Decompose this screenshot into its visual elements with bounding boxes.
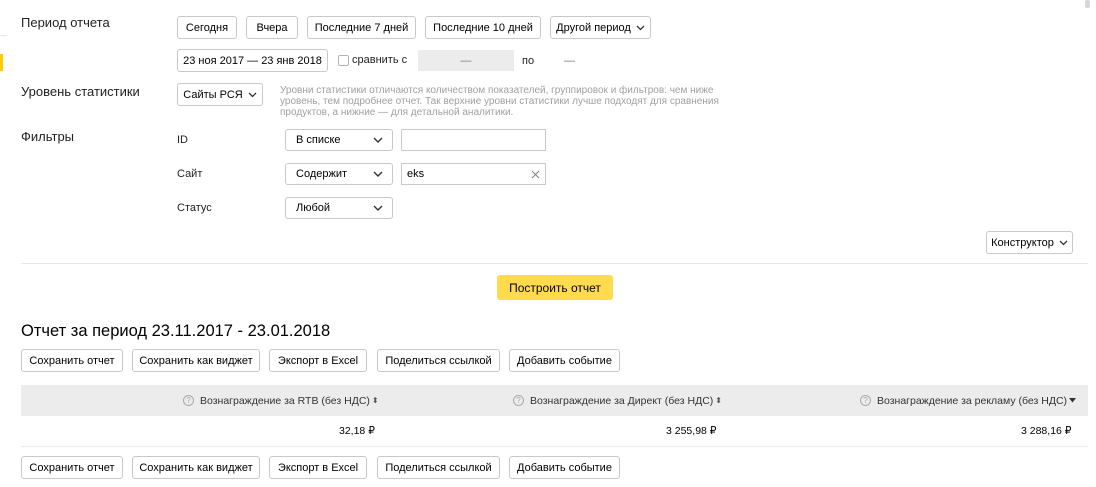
chevron-down-icon — [1059, 240, 1068, 246]
left-active-marker — [0, 54, 3, 71]
cell-ads-value: 3 288,16 ₽ — [1021, 425, 1072, 437]
scrollbar-thumb[interactable] — [1085, 0, 1090, 8]
column-header-ads[interactable]: ? Вознаграждение за рекламу (без НДС) — [860, 385, 1077, 416]
period-last7-button[interactable]: Последние 7 дней — [307, 16, 416, 39]
cell-rtb-value: 32,18 ₽ — [339, 425, 375, 437]
report-title: Отчет за период 23.11.2017 - 23.01.2018 — [21, 322, 331, 340]
save-report-button-bottom[interactable]: Сохранить отчет — [21, 456, 123, 479]
date-range-button[interactable]: 23 ноя 2017 — 23 янв 2018 — [177, 49, 328, 72]
period-other-dropdown[interactable]: Другой период — [550, 16, 651, 39]
share-link-button[interactable]: Поделиться ссылкой — [377, 349, 500, 372]
export-excel-button-bottom[interactable]: Экспорт в Excel — [269, 456, 367, 479]
left-divider — [0, 35, 7, 36]
column-header-direct[interactable]: ? Вознаграждение за Директ (без НДС) ⬍ — [513, 385, 722, 416]
share-link-button-bottom[interactable]: Поделиться ссылкой — [377, 456, 500, 479]
level-label: Уровень статистики — [21, 84, 140, 99]
constructor-label: Конструктор — [991, 236, 1054, 249]
level-value: Сайты РСЯ — [183, 88, 243, 101]
period-label: Период отчета — [21, 15, 110, 30]
export-excel-button[interactable]: Экспорт в Excel — [269, 349, 367, 372]
cell-direct-value: 3 255,98 ₽ — [666, 425, 717, 437]
sort-desc-icon — [1069, 398, 1077, 403]
to-value: — — [564, 55, 575, 67]
chevron-down-icon — [636, 25, 645, 31]
sort-icon: ⬍ — [371, 396, 379, 405]
chevron-down-icon — [373, 202, 383, 214]
filter-site-input[interactable]: eks — [401, 163, 546, 185]
build-report-button[interactable]: Построить отчет — [497, 275, 613, 300]
to-label: по — [522, 55, 535, 67]
filter-id-operator-value: В списке — [296, 134, 341, 146]
sort-icon: ⬍ — [715, 396, 722, 405]
filter-site-operator-value: Содержит — [296, 168, 348, 180]
filter-id-label: ID — [177, 134, 188, 146]
filter-status-operator-value: Любой — [296, 202, 331, 214]
chevron-down-icon — [373, 168, 383, 180]
filter-site-input-value: eks — [407, 168, 425, 180]
level-dropdown[interactable]: Сайты РСЯ — [177, 83, 263, 106]
question-icon[interactable]: ? — [183, 395, 194, 406]
filter-status-operator[interactable]: Любой — [285, 197, 393, 219]
column-header-ads-label: Вознаграждение за рекламу (без НДС) — [877, 394, 1068, 407]
period-last10-button[interactable]: Последние 10 дней — [425, 16, 541, 39]
compare-date-placeholder: — — [460, 54, 472, 67]
save-widget-button[interactable]: Сохранить как виджет — [132, 349, 260, 372]
period-yesterday-button[interactable]: Вчера — [246, 16, 298, 39]
compare-label: сравнить с — [352, 54, 408, 66]
compare-date-input[interactable]: — — [418, 50, 514, 71]
save-report-button[interactable]: Сохранить отчет — [21, 349, 123, 372]
section-divider — [21, 263, 1088, 264]
filter-status-label: Статус — [177, 202, 212, 214]
column-header-rtb-label: Вознаграждение за RTB (без НДС) — [200, 394, 370, 407]
column-header-rtb[interactable]: ? Вознаграждение за RTB (без НДС) ⬍ — [183, 385, 379, 416]
save-widget-button-bottom[interactable]: Сохранить как виджет — [132, 456, 260, 479]
chevron-down-icon — [373, 134, 383, 146]
close-icon[interactable] — [531, 170, 540, 179]
add-event-button[interactable]: Добавить событие — [509, 349, 620, 372]
column-header-direct-label: Вознаграждение за Директ (без НДС) — [530, 394, 714, 407]
constructor-dropdown[interactable]: Конструктор — [986, 231, 1073, 254]
row-divider — [21, 446, 1088, 447]
question-icon[interactable]: ? — [860, 395, 871, 406]
filter-id-input[interactable] — [401, 129, 546, 151]
level-hint: Уровни статистики отличаются количеством… — [280, 85, 719, 118]
period-other-label: Другой период — [556, 21, 631, 34]
question-icon[interactable]: ? — [513, 395, 524, 406]
add-event-button-bottom[interactable]: Добавить событие — [509, 456, 620, 479]
filters-label: Фильтры — [21, 129, 75, 144]
chevron-down-icon — [248, 92, 257, 98]
period-today-button[interactable]: Сегодня — [177, 16, 237, 39]
filter-site-operator[interactable]: Содержит — [285, 163, 393, 185]
filter-id-operator[interactable]: В списке — [285, 129, 393, 151]
filter-site-label: Сайт — [177, 168, 203, 180]
compare-checkbox[interactable] — [338, 55, 349, 66]
